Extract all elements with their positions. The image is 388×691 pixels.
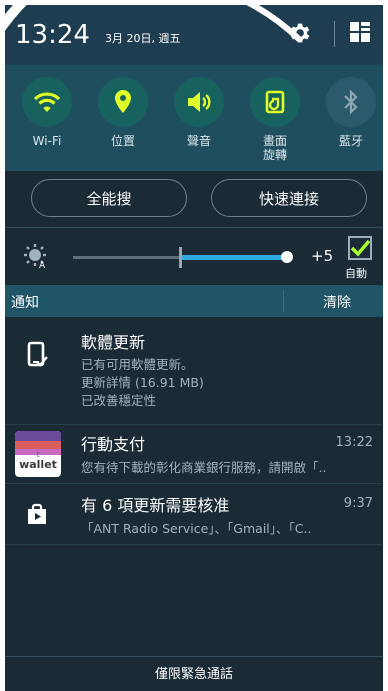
screenshot-frame: 13:24 3月 20日, 週五 Wi-Fi 位置 聲音 畫面 旋轉 藍牙 全能… bbox=[0, 0, 388, 691]
decorative-ring bbox=[0, 0, 303, 43]
